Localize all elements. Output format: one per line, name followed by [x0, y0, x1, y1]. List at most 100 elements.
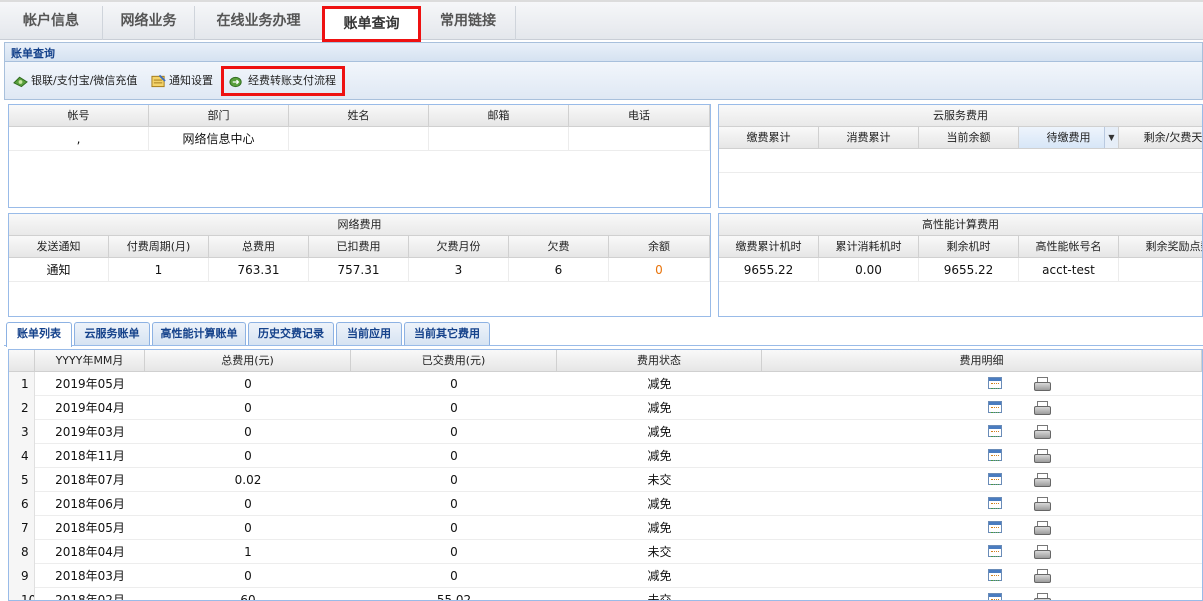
- table-row[interactable]: 4 2018年11月 0 0 减免: [9, 444, 1202, 468]
- detail-view-icon[interactable]: [988, 425, 1002, 437]
- col-header-paid-hours[interactable]: 缴费累计机时: [719, 236, 819, 258]
- col-header-pending-fee[interactable]: 待缴费用 ▼: [1019, 127, 1119, 149]
- col-header-total-yuan[interactable]: 总费用(元): [145, 350, 351, 372]
- print-icon[interactable]: [1034, 569, 1051, 583]
- tab-bill-query[interactable]: 账单查询: [322, 6, 421, 42]
- col-header-fee-status[interactable]: 费用状态: [557, 350, 762, 372]
- tab-online-service[interactable]: 在线业务办理: [195, 6, 323, 40]
- bill-status: 减免: [647, 377, 672, 391]
- col-header-pay-cycle[interactable]: 付费周期(月): [109, 236, 209, 258]
- bill-list-header-row: YYYY年MM月 总费用(元) 已交费用(元) 费用状态 费用明细: [9, 350, 1202, 372]
- col-header-account[interactable]: 帐号: [9, 105, 149, 127]
- network-fee-title: 网络费用: [9, 214, 710, 236]
- table-row[interactable]: 5 2018年07月 0.02 0 未交: [9, 468, 1202, 492]
- user-name: [289, 127, 429, 151]
- tab-current-apps[interactable]: 当前应用: [336, 322, 402, 345]
- col-header-paid-yuan[interactable]: 已交费用(元): [351, 350, 557, 372]
- print-icon[interactable]: [1034, 593, 1051, 600]
- transfer-process-button[interactable]: 经费转账支付流程: [221, 66, 345, 96]
- bill-total: 0: [244, 425, 252, 439]
- col-header-current-balance[interactable]: 当前余额: [919, 127, 1019, 149]
- row-number: 10: [9, 588, 35, 600]
- col-header-department[interactable]: 部门: [149, 105, 289, 127]
- print-icon[interactable]: [1034, 473, 1051, 487]
- bill-month: 2018年07月: [55, 473, 125, 487]
- tab-cloud-bill[interactable]: 云服务账单: [74, 322, 150, 345]
- detail-view-icon[interactable]: [988, 545, 1002, 557]
- col-header-arrears[interactable]: 欠费: [509, 236, 609, 258]
- tab-payment-history[interactable]: 历史交费记录: [248, 322, 334, 345]
- chevron-down-icon[interactable]: ▼: [1104, 127, 1118, 148]
- phone: [569, 127, 710, 151]
- col-header-phone[interactable]: 电话: [569, 105, 710, 127]
- bill-detail-cell: [762, 396, 1202, 420]
- print-icon[interactable]: [1034, 497, 1051, 511]
- tab-account-info[interactable]: 帐户信息: [0, 6, 103, 40]
- table-row[interactable]: 3 2019年03月 0 0 减免: [9, 420, 1202, 444]
- network-fee-grid: 网络费用 发送通知 付费周期(月) 总费用 已扣费用 欠费月份 欠费 余额 通知…: [8, 213, 711, 317]
- notify-settings-button[interactable]: 通知设置: [149, 70, 213, 94]
- print-icon[interactable]: [1034, 425, 1051, 439]
- reward-points: [1119, 258, 1202, 282]
- bill-total: 1: [244, 545, 252, 559]
- table-row[interactable]: 7 2018年05月 0 0 减免: [9, 516, 1202, 540]
- col-header-used-hours[interactable]: 累计消耗机时: [819, 236, 919, 258]
- col-header-days-left[interactable]: 剩余/欠费天数: [1119, 127, 1202, 149]
- cloud-header-row: 缴费累计 消费累计 当前余额 待缴费用 ▼ 剩余/欠费天数: [719, 127, 1202, 149]
- detail-view-icon[interactable]: [988, 497, 1002, 509]
- col-header-send-notice[interactable]: 发送通知: [9, 236, 109, 258]
- network-header-row: 发送通知 付费周期(月) 总费用 已扣费用 欠费月份 欠费 余额: [9, 236, 710, 258]
- tab-bill-list[interactable]: 账单列表: [6, 322, 72, 347]
- print-icon[interactable]: [1034, 449, 1051, 463]
- col-header-arrears-month[interactable]: 欠费月份: [409, 236, 509, 258]
- top-nav: 帐户信息 网络业务 在线业务办理 账单查询 常用链接: [0, 0, 1203, 42]
- print-icon[interactable]: [1034, 521, 1051, 535]
- print-icon[interactable]: [1034, 377, 1051, 391]
- col-header-name[interactable]: 姓名: [289, 105, 429, 127]
- table-row[interactable]: 8 2018年04月 1 0 未交: [9, 540, 1202, 564]
- table-row[interactable]: 1 2019年05月 0 0 减免: [9, 372, 1202, 396]
- bill-status: 减免: [647, 401, 672, 415]
- recharge-button[interactable]: 银联/支付宝/微信充值: [11, 70, 137, 94]
- hpc-row[interactable]: 9655.22 0.00 9655.22 acct-test: [719, 258, 1202, 282]
- tab-network-business[interactable]: 网络业务: [103, 6, 195, 40]
- table-row[interactable]: 2 2019年04月 0 0 减免: [9, 396, 1202, 420]
- detail-view-icon[interactable]: [988, 569, 1002, 581]
- col-header-paid-total[interactable]: 缴费累计: [719, 127, 819, 149]
- col-header-email[interactable]: 邮箱: [429, 105, 569, 127]
- detail-view-icon[interactable]: [988, 473, 1002, 485]
- account-row[interactable]: , 网络信息中心: [9, 127, 710, 151]
- detail-view-icon[interactable]: [988, 521, 1002, 533]
- detail-view-icon[interactable]: [988, 401, 1002, 413]
- col-header-remaining-hours[interactable]: 剩余机时: [919, 236, 1019, 258]
- row-number: 9: [9, 564, 35, 588]
- col-header-hpc-account[interactable]: 高性能帐号名: [1019, 236, 1119, 258]
- col-header-reward-points[interactable]: 剩余奖励点数: [1119, 236, 1202, 258]
- tab-other-fees[interactable]: 当前其它费用: [404, 322, 490, 345]
- col-header-total-fee[interactable]: 总费用: [209, 236, 309, 258]
- balance: 0: [609, 258, 710, 282]
- col-header-month[interactable]: YYYY年MM月: [35, 350, 145, 372]
- network-row[interactable]: 通知 1 763.31 757.31 3 6 0: [9, 258, 710, 282]
- bill-detail-cell: [762, 492, 1202, 516]
- cloud-fee-grid: 云服务费用 缴费累计 消费累计 当前余额 待缴费用 ▼ 剩余/欠费天数: [718, 104, 1203, 208]
- row-number: 4: [9, 444, 35, 468]
- col-header-deducted[interactable]: 已扣费用: [309, 236, 409, 258]
- tab-common-links[interactable]: 常用链接: [421, 6, 516, 40]
- col-header-fee-detail[interactable]: 费用明细: [762, 350, 1202, 372]
- bill-status: 减免: [647, 497, 672, 511]
- col-header-rownum: [9, 350, 35, 372]
- detail-view-icon[interactable]: [988, 377, 1002, 389]
- col-header-consumed-total[interactable]: 消费累计: [819, 127, 919, 149]
- table-row[interactable]: 6 2018年06月 0 0 减免: [9, 492, 1202, 516]
- remaining-hours: 9655.22: [919, 258, 1019, 282]
- detail-view-icon[interactable]: [988, 593, 1002, 600]
- table-row[interactable]: 9 2018年03月 0 0 减免: [9, 564, 1202, 588]
- tab-hpc-bill[interactable]: 高性能计算账单: [152, 322, 246, 345]
- detail-view-icon[interactable]: [988, 449, 1002, 461]
- col-header-balance[interactable]: 余额: [609, 236, 710, 258]
- print-icon[interactable]: [1034, 545, 1051, 559]
- send-notice[interactable]: 通知: [9, 258, 109, 282]
- table-row[interactable]: 10 2018年02月 60 55.02 未交: [9, 588, 1202, 600]
- print-icon[interactable]: [1034, 401, 1051, 415]
